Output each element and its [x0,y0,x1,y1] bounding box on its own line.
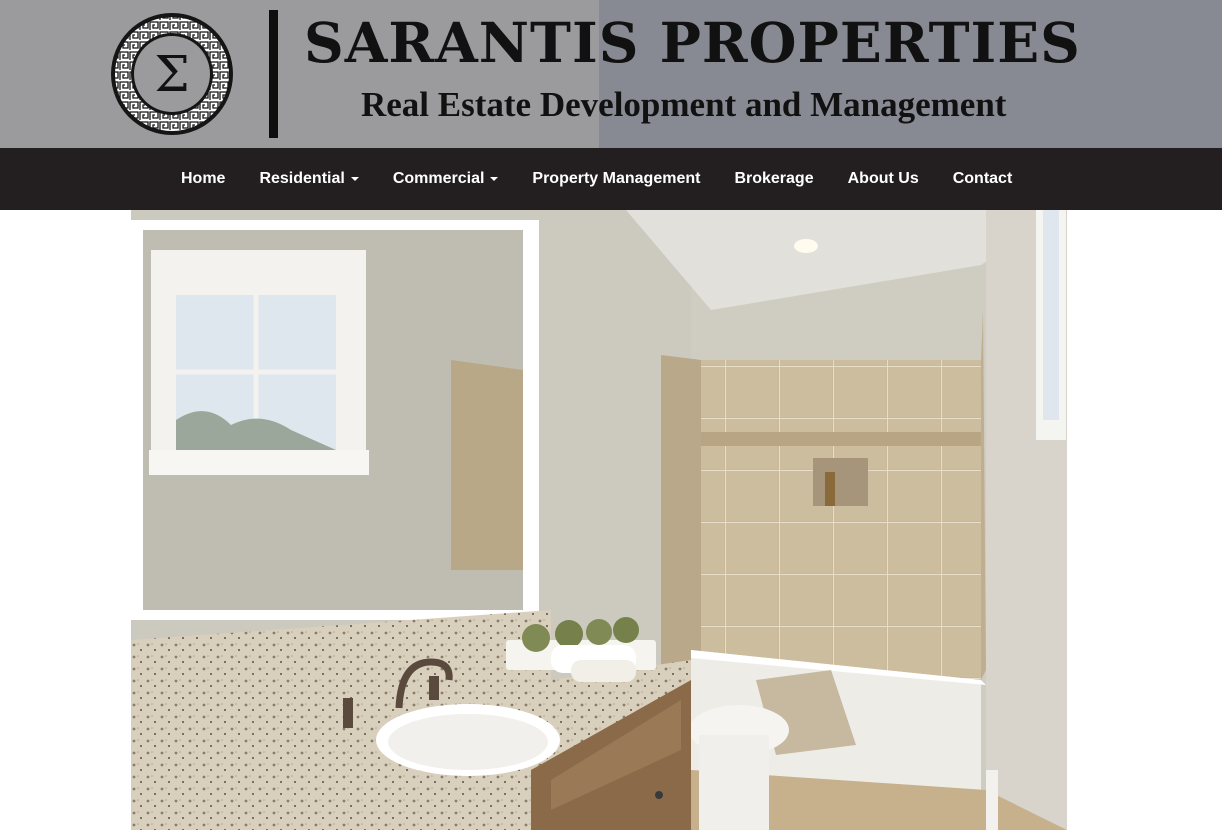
nav-item-label: About Us [847,170,919,187]
main-navbar: Home Residential Commercial Property Man… [0,148,1222,210]
sigma-logo-icon[interactable]: Σ [109,11,235,137]
site-title[interactable]: SARANTIS PROPERTIES [304,10,1081,76]
nav-item-label: Commercial [392,170,485,187]
logo-sigma-glyph: Σ [154,45,189,103]
bathroom-photo-illustration [131,210,1067,830]
site-header: Σ SARANTIS PROPERTIES Real Estate Develo… [0,0,1222,148]
nav-item-contact[interactable]: Contact [936,170,1030,188]
nav-item-label: Home [181,170,226,187]
caret-down-icon [490,177,499,181]
logo-divider [269,10,278,138]
nav-item-home[interactable]: Home [164,170,242,188]
nav-item-property-management[interactable]: Property Management [515,170,717,188]
nav-item-residential[interactable]: Residential [242,170,375,188]
nav-menu: Home Residential Commercial Property Man… [164,148,1029,210]
site-tagline: Real Estate Development and Management [361,85,1007,124]
nav-item-label: Residential [259,170,345,187]
nav-item-label: Brokerage [734,170,814,187]
nav-item-label: Contact [952,170,1013,187]
caret-down-icon [350,177,359,181]
nav-item-brokerage[interactable]: Brokerage [717,170,830,188]
nav-item-label: Property Management [532,170,701,187]
hero-image-bathroom [131,210,1067,830]
nav-item-commercial[interactable]: Commercial [376,170,516,188]
nav-item-about-us[interactable]: About Us [831,170,936,188]
